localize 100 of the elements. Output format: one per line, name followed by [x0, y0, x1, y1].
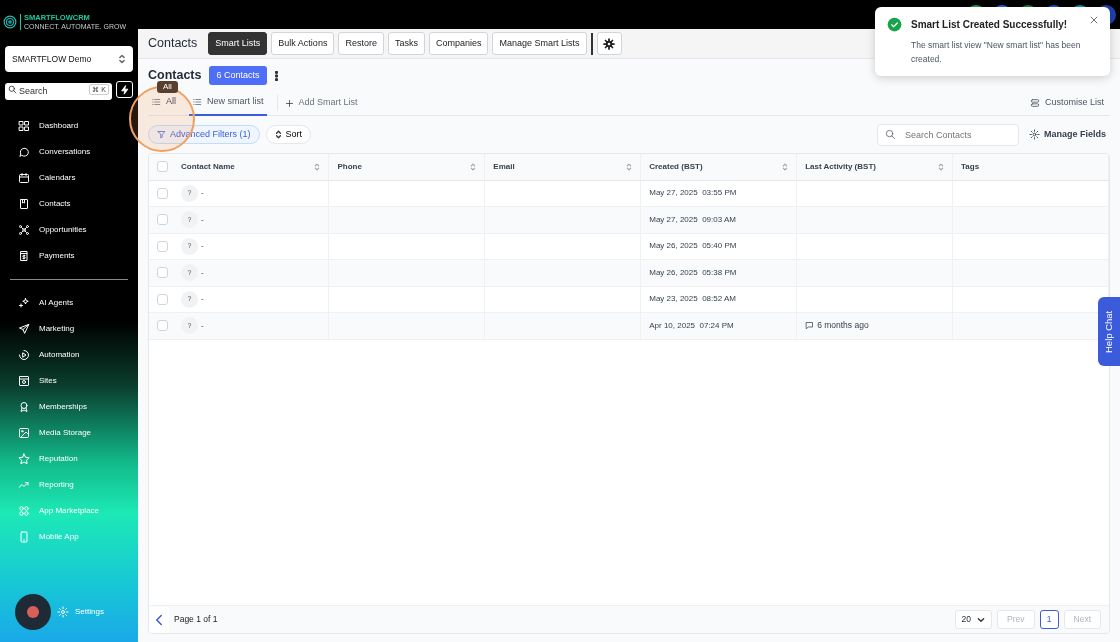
table-cell: May 26, 2025 05:38 PM	[649, 267, 737, 277]
list-icon	[192, 97, 202, 107]
star-icon	[18, 453, 30, 465]
tooltip: All	[157, 81, 178, 93]
row-checkbox[interactable]	[157, 293, 168, 305]
page-title: Contacts	[148, 35, 198, 53]
contact-name[interactable]: -	[201, 293, 204, 306]
tab[interactable]: Smart Lists	[208, 32, 268, 55]
image-icon	[18, 427, 30, 439]
help-chat-button[interactable]: Help Chat	[1098, 297, 1120, 366]
account-switcher[interactable]: SMARTFLOW Demo	[5, 46, 133, 72]
contact-name[interactable]: -	[201, 240, 204, 253]
view-tab[interactable]: New smart list	[189, 90, 267, 116]
paper-plane-icon	[18, 323, 30, 335]
sidebar-item[interactable]: Sites	[5, 368, 133, 394]
row-checkbox[interactable]	[157, 320, 168, 332]
row-checkbox[interactable]	[157, 214, 168, 226]
nodes-icon	[18, 224, 30, 236]
sidebar-item[interactable]: Dashboard	[5, 113, 133, 139]
list-icon	[151, 97, 161, 107]
table-cell: May 26, 2025 05:40 PM	[649, 241, 737, 251]
tab[interactable]: Companies	[428, 32, 489, 55]
manage-fields-button[interactable]: Manage Fields	[1025, 127, 1110, 142]
record-button[interactable]	[15, 594, 51, 630]
column-header[interactable]: Phone	[337, 160, 362, 173]
collapse-button[interactable]	[149, 606, 169, 633]
chevron-updown-icon	[118, 54, 126, 64]
table-cell: May 27, 2025 09:03 AM	[649, 214, 736, 224]
sidebar-item[interactable]: Calendars	[5, 165, 133, 191]
contact-name[interactable]: -	[201, 187, 204, 200]
settings-icon	[57, 606, 69, 618]
chat-bubble-icon	[18, 146, 30, 158]
table-cell: 6 months ago	[817, 319, 869, 333]
sparkle-icon	[18, 297, 30, 309]
customise-list-button[interactable]: Customise List	[1023, 95, 1110, 111]
award-icon	[18, 401, 30, 413]
toast-title: Smart List Created Successfully!	[911, 18, 1069, 32]
column-header[interactable]: Tags	[961, 160, 980, 173]
page-size-select[interactable]: 20	[954, 610, 993, 629]
add-smart-list-button[interactable]: Add Smart List	[276, 95, 364, 111]
page-summary: Page 1 of 1	[174, 613, 218, 626]
mobile-phone-icon	[18, 531, 30, 543]
play-circle-icon	[18, 349, 30, 361]
sort-icon	[274, 130, 282, 139]
chevron-down-icon	[977, 616, 986, 623]
filter-icon	[157, 130, 166, 139]
contact-count: 6 Contacts	[209, 65, 267, 86]
column-header[interactable]: Contact Name	[181, 160, 235, 173]
column-header[interactable]: Created (BST)	[649, 160, 703, 173]
column-header[interactable]: Email	[493, 160, 515, 173]
close-icon	[1089, 15, 1099, 25]
more-options-icon	[274, 70, 278, 81]
dashboard-icon	[18, 120, 30, 132]
sidebar-item[interactable]: Marketing	[5, 316, 133, 342]
receipt-icon	[18, 250, 30, 262]
page-button[interactable]: 1	[1039, 610, 1059, 629]
contact-name[interactable]: -	[201, 266, 204, 279]
table-cell: May 23, 2025 08:52 AM	[649, 294, 736, 304]
tab[interactable]: Bulk Actions	[271, 32, 335, 55]
select-all-checkbox[interactable]	[157, 161, 168, 173]
sidebar-item[interactable]: Memberships	[5, 394, 133, 420]
message-icon	[805, 321, 815, 331]
sidebar-item[interactable]: Media Storage	[5, 420, 133, 446]
gear-icon	[1029, 129, 1040, 140]
search-icon	[8, 85, 17, 94]
plus-icon	[284, 98, 294, 108]
table-cell: May 27, 2025 03:55 PM	[649, 188, 737, 198]
sidebar-item[interactable]: AI Agents	[5, 290, 133, 316]
toast-message: The smart list view "New smart list" has been created.	[911, 39, 1082, 66]
settings-button[interactable]	[596, 32, 622, 55]
sidebar-item[interactable]: Automation	[5, 342, 133, 368]
view-tab[interactable]: All	[148, 90, 179, 116]
table-cell: Apr 10, 2025 07:24 PM	[649, 320, 734, 330]
gear-icon	[603, 37, 615, 50]
sidebar-item[interactable]: Payments	[5, 243, 133, 269]
apps-icon	[18, 505, 30, 517]
toggles-icon	[1029, 98, 1040, 108]
website-icon	[18, 375, 30, 387]
contact-book-icon	[18, 198, 30, 210]
tab[interactable]: Restore	[338, 32, 384, 55]
chevron-left-icon	[155, 613, 163, 626]
sidebar-item[interactable]: Conversations	[5, 139, 133, 165]
trending-up-icon	[18, 479, 30, 491]
sidebar-item[interactable]: Contacts	[5, 191, 133, 217]
contact-name[interactable]: -	[201, 213, 204, 226]
success-icon	[887, 17, 902, 32]
search-contacts-field[interactable]: Search Contacts	[877, 123, 1019, 146]
quick-action-button[interactable]	[116, 81, 133, 98]
logo-icon	[3, 15, 17, 29]
sort-button[interactable]: Sort	[265, 125, 312, 144]
row-checkbox[interactable]	[157, 240, 168, 252]
section-heading: Contacts	[148, 67, 202, 84]
calendar-icon	[18, 172, 30, 184]
contact-name[interactable]: -	[201, 319, 204, 332]
tab[interactable]: Tasks	[387, 32, 425, 55]
row-checkbox[interactable]	[157, 267, 168, 279]
search-icon	[885, 128, 896, 140]
tab[interactable]: Manage Smart Lists	[492, 32, 587, 55]
row-checkbox[interactable]	[157, 187, 168, 199]
sidebar-item[interactable]: Opportunities	[5, 217, 133, 243]
